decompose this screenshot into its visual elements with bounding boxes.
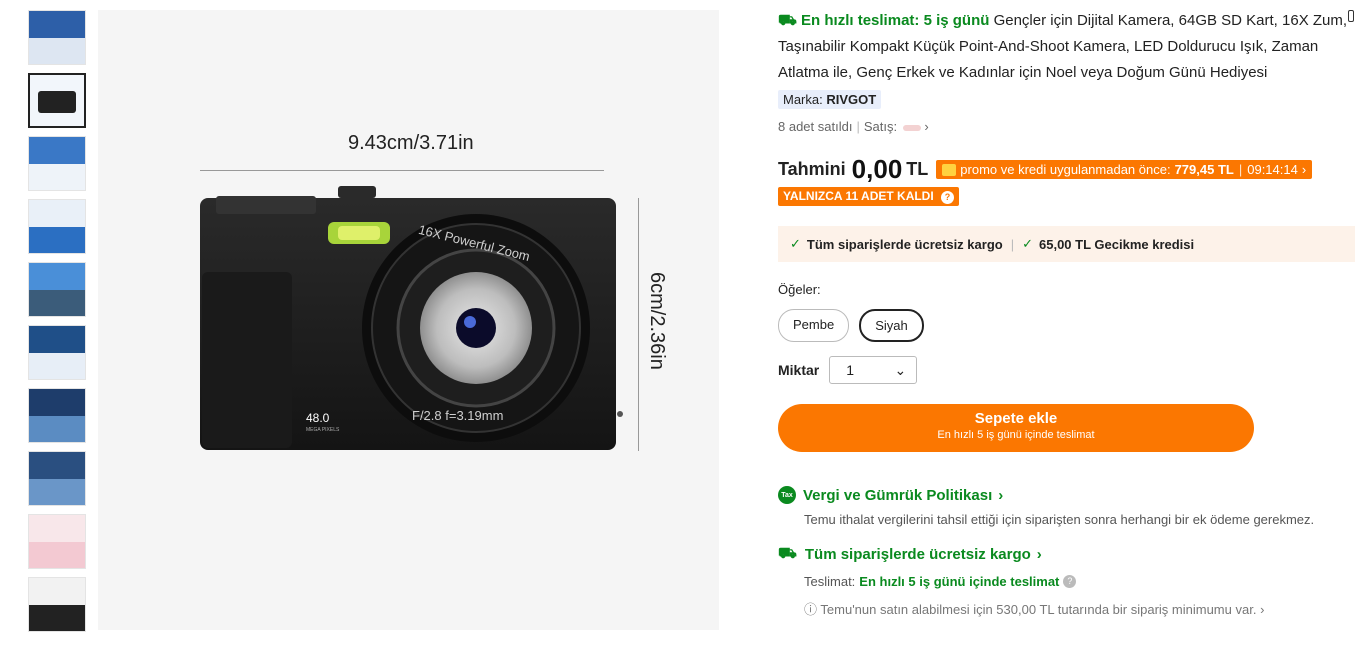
quantity-row: Miktar 1 ⌄ xyxy=(778,356,1348,384)
option-pembe[interactable]: Pembe xyxy=(778,309,850,342)
sold-info: 8 adet satıldı | Satış: › xyxy=(778,119,929,134)
product-image: 9.43cm/3.71in 6cm/2.36in F/2.8 f=3.19mm … xyxy=(98,10,719,630)
product-info: ⛟ En hızlı teslimat: 5 iş günü Gençler i… xyxy=(778,8,1355,618)
add-to-cart-button[interactable]: Sepete ekle En hızlı 5 iş günü içinde te… xyxy=(778,404,1254,452)
thumbnail[interactable] xyxy=(28,10,86,65)
chevron-down-icon: ⌄ xyxy=(894,361,907,378)
truck-icon: ⛟ xyxy=(778,545,797,562)
thumbnail[interactable] xyxy=(28,388,86,443)
promo-text: promo ve kredi uygulanmadan önce: xyxy=(960,162,1171,177)
promo-timer: 09:14:14 xyxy=(1247,162,1298,177)
stock-badge: YALNIZCA 11 ADET KALDI ? xyxy=(778,187,960,206)
scroll-handle[interactable] xyxy=(1348,10,1354,22)
truck-icon: ⛟ xyxy=(778,12,802,29)
camera-illustration: F/2.8 f=3.19mm 16X Powerful Zoom 48.0 ME… xyxy=(200,186,623,450)
price-value: 0,00 xyxy=(851,154,903,184)
tax-policy-link[interactable]: Tax Vergi ve Gümrük Politikası › xyxy=(778,486,1348,504)
info-icon: ⓘ xyxy=(804,602,818,617)
sold-count: 8 adet satıldı xyxy=(778,119,853,134)
minimum-order-info[interactable]: ⓘ Temu'nun satın alabilmesi için 530,00 … xyxy=(804,599,1348,618)
delivery-label: Teslimat: xyxy=(804,574,856,589)
shipping-benefit-1: Tüm siparişlerde ücretsiz kargo xyxy=(806,236,1003,252)
chevron-right-icon[interactable]: › xyxy=(924,119,928,134)
thumbnail[interactable] xyxy=(28,262,86,317)
quantity-value: 1 xyxy=(846,362,855,378)
check-icon: ✓ xyxy=(1022,236,1033,251)
delivery-value: En hızlı 5 iş günü içinde teslimat xyxy=(859,574,1060,589)
brand-label: Marka: xyxy=(783,92,823,107)
tax-icon: Tax xyxy=(778,486,796,504)
option-siyah[interactable]: Siyah xyxy=(859,309,924,342)
brand-value: RIVGOT xyxy=(826,92,877,107)
price-label: Tahmini xyxy=(778,159,846,179)
thumbnail[interactable] xyxy=(28,325,86,380)
chevron-right-icon: › xyxy=(998,486,1004,504)
thumbnail[interactable] xyxy=(28,199,86,254)
quantity-select[interactable]: 1 ⌄ xyxy=(829,356,918,384)
options-list: Pembe Siyah xyxy=(778,309,1348,342)
brand-badge[interactable]: Marka: RIVGOT xyxy=(778,90,882,109)
delivery-info: Teslimat: En hızlı 5 iş günü içinde tesl… xyxy=(804,574,1348,589)
megapixel-label: 48.0 xyxy=(306,411,330,425)
promo-price: 779,45 TL xyxy=(1174,162,1234,177)
chevron-right-icon: › xyxy=(1301,162,1307,177)
fast-delivery-label: En hızlı teslimat: 5 iş günü xyxy=(801,12,990,29)
help-icon[interactable]: ? xyxy=(941,191,955,204)
shipping-benefit-2: 65,00 TL Gecikme kredisi xyxy=(1039,236,1195,252)
megapixel-sub-label: MEGA PIXELS xyxy=(306,427,340,433)
check-icon: ✓ xyxy=(790,236,801,251)
minimum-order-text: Temu'nun satın alabilmesi için 530,00 TL… xyxy=(820,602,1257,617)
thumbnail[interactable] xyxy=(28,136,86,191)
seller-logo[interactable] xyxy=(902,124,921,131)
product-title: ⛟ En hızlı teslimat: 5 iş günü Gençler i… xyxy=(778,8,1348,86)
thumbnail-selected[interactable] xyxy=(28,73,86,128)
stock-badge-text: YALNIZCA 11 ADET KALDI xyxy=(783,189,934,203)
free-shipping-title: Tüm siparişlerde ücretsiz kargo xyxy=(804,546,1031,563)
help-icon[interactable]: ? xyxy=(1063,575,1077,588)
price-currency: TL xyxy=(906,159,929,179)
free-shipping-link[interactable]: ⛟ Tüm siparişlerde ücretsiz kargo › xyxy=(778,545,1348,564)
thumbnail-list xyxy=(28,10,88,640)
seller-label[interactable]: Satış: xyxy=(864,119,897,134)
thumbnail[interactable] xyxy=(28,577,86,632)
lens-text-bottom: F/2.8 f=3.19mm xyxy=(412,408,503,423)
tax-policy-desc: Temu ithalat vergilerini tahsil ettiği i… xyxy=(804,512,1315,527)
add-to-cart-sub: En hızlı 5 iş günü içinde teslimat xyxy=(937,429,1095,441)
quantity-label: Miktar xyxy=(778,362,820,378)
thumbnail[interactable] xyxy=(28,514,86,569)
options-label: Öğeler: xyxy=(778,282,821,297)
add-to-cart-label: Sepete ekle xyxy=(974,410,1058,427)
coupon-icon xyxy=(942,163,957,176)
thumbnail[interactable] xyxy=(28,451,86,506)
chevron-right-icon: › xyxy=(1036,546,1042,563)
tax-policy-title: Vergi ve Gümrük Politikası xyxy=(803,486,993,504)
promo-badge[interactable]: promo ve kredi uygulanmadan önce: 779,45… xyxy=(936,160,1313,179)
price-row: Tahmini 0,00 TL promo ve kredi uygulanma… xyxy=(778,154,1348,185)
chevron-right-icon: › xyxy=(1260,602,1265,617)
shipping-benefits: ✓ Tüm siparişlerde ücretsiz kargo | ✓ 65… xyxy=(778,226,1355,262)
